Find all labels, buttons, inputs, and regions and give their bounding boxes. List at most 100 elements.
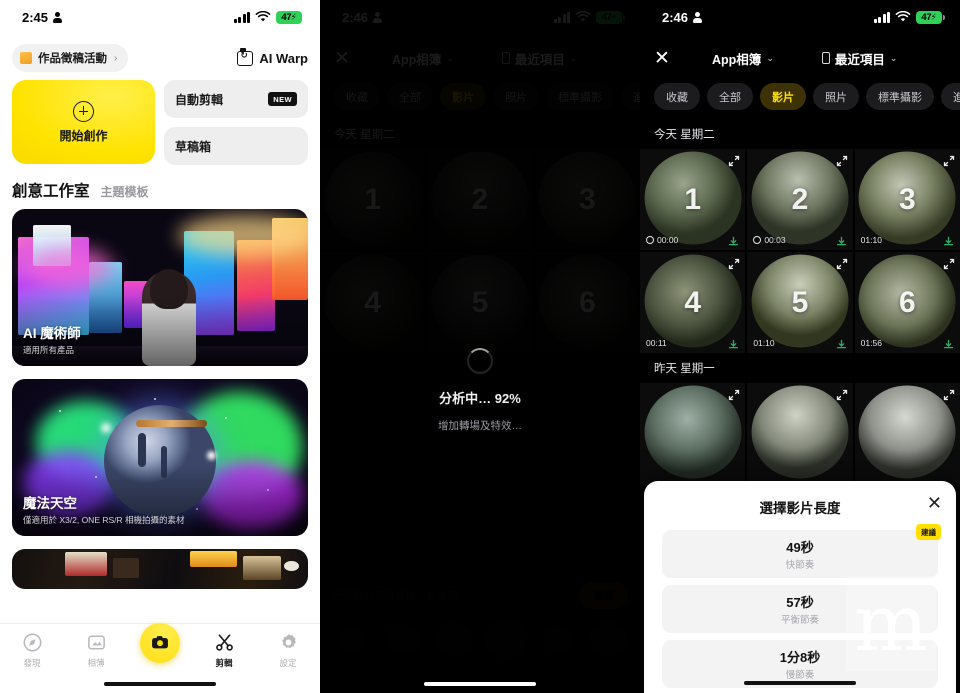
grid-cell-number: 5 [791,285,809,319]
clock-icon [646,236,654,245]
template-subtitle: 僅適用於 X3/2, ONE RS/R 相機拍攝的素材 [23,515,185,525]
status-bar-home: 2:45 47 ⚡ [0,0,320,34]
filter-chip-advanced[interactable]: 進階 [941,83,960,110]
download-icon[interactable] [943,234,954,246]
grid-cell-number: 2 [791,182,809,216]
close-icon[interactable]: ✕ [927,494,942,512]
download-icon[interactable] [836,337,847,349]
expand-icon[interactable] [836,388,848,401]
chevron-down-icon: ⌄ [889,52,898,63]
status-left: 2:45 [22,9,63,25]
ai-warp-button[interactable]: AI Warp [237,47,308,66]
tab-settings[interactable]: 設定 [256,632,320,669]
grid-cell-duration: 01:10 [753,338,775,349]
section-title: 創意工作室 [12,183,90,200]
grid-cell[interactable]: 6 01:56 [854,252,960,354]
download-icon[interactable] [943,337,954,349]
filter-chip-all[interactable]: 全部 [707,83,753,110]
home-side-cards: 自動剪輯 NEW 草稿箱 [164,80,308,165]
template-title: 魔法天空 [23,496,77,511]
length-option-49s[interactable]: 建議 49秒 快節奏 [662,524,941,578]
template-card-ai-magician[interactable]: AI 魔術師 適用所有產品 [12,209,308,366]
tab-album[interactable]: 相薄 [64,632,128,669]
grid-cell[interactable]: 3 01:10 [854,149,960,251]
grid-cell[interactable]: 5 01:10 [747,252,853,354]
grid-cell[interactable] [747,383,853,485]
template-title: AI 魔術師 [23,326,81,341]
grid-cell-duration: 01:56 [860,338,882,349]
battery-icon: 47⚡ [276,10,305,24]
expand-icon[interactable] [728,388,740,401]
length-option-duration: 1分8秒 [779,650,821,665]
grid-cell[interactable] [640,383,746,485]
clock-icon [753,236,762,245]
grid-cell[interactable]: 4 00:11 [640,252,746,354]
auto-edit-button[interactable]: 自動剪輯 NEW [164,80,308,118]
status-left: 2:46 [662,10,703,25]
sheet-header: 選擇影片長度 ✕ [644,481,956,528]
download-icon[interactable] [728,337,739,349]
template-card-magic-sky[interactable]: 魔法天空 僅適用於 X3/2, ONE RS/R 相機拍攝的素材 [12,379,308,536]
tab-label: 相薄 [87,658,105,668]
person-icon [693,11,703,23]
loading-spinner-icon [467,348,493,374]
start-creating-label: 開始創作 [59,128,108,143]
expand-icon[interactable] [943,388,955,401]
person-icon [53,11,63,23]
processing-title: 分析中… 92% [439,391,521,406]
expand-icon[interactable] [836,154,848,167]
grid-cell-duration: 00:00 [646,235,678,245]
album-selector[interactable]: App相簿 ⌄ [712,49,774,68]
length-option-duration: 57秒 [786,595,814,610]
start-creating-button[interactable]: 開始創作 [12,80,155,164]
grid-cell[interactable]: 2 00:03 [747,149,853,251]
home-action-cards: 開始創作 自動剪輯 NEW 草稿箱 [0,78,320,165]
download-icon[interactable] [728,234,739,246]
chevron-down-icon: ⌄ [766,52,774,63]
cellular-signal-icon [873,11,890,23]
grid-cell-number: 1 [684,182,701,216]
filter-chip-favorites[interactable]: 收藏 [654,83,700,110]
tab-edit[interactable]: 剪輯 [192,632,256,669]
expand-icon[interactable] [728,257,740,270]
download-icon[interactable] [836,234,847,246]
filter-chip-photo[interactable]: 照片 [813,83,859,110]
tab-camera[interactable] [128,623,192,667]
plus-circle-icon [73,100,94,122]
grid-cell[interactable]: 1 00:00 [640,149,746,251]
status-time: 2:45 [22,9,49,25]
watermark: m [846,576,936,671]
length-option-tempo: 平衡節奏 [780,615,819,626]
wifi-icon [255,11,271,23]
panel-gallery: 2:46 47 ⚡ ✕ App相簿 ⌄ 最近項目 ⌄ 收藏 全部 影片 照片 標… [640,0,960,693]
recommended-badge: 建議 [916,524,941,540]
template-thumbnail [12,549,308,589]
drafts-button[interactable]: 草稿箱 [164,127,308,165]
tab-discover[interactable]: 發現 [0,632,64,669]
filter-chip-row: 收藏 全部 影片 照片 標準攝影 進階 [640,74,960,119]
filter-chip-standard[interactable]: 標準攝影 [866,83,934,110]
close-icon[interactable]: ✕ [654,49,676,68]
tab-label: 剪輯 [215,658,233,668]
screenshot-stage: 2:45 47⚡ 作品徵稿活動 › A [0,0,960,693]
grid-cell-number: 3 [898,182,916,216]
gallery-header: ✕ App相簿 ⌄ 最近項目 ⌄ [640,34,960,74]
grid-cell[interactable] [854,383,960,485]
grid-cell-number: 4 [684,285,701,319]
home-top-row: 作品徵稿活動 › AI Warp [0,34,320,78]
ai-warp-label: AI Warp [259,50,308,66]
recent-selector-label: 最近項目 [834,52,885,67]
battery-icon: 47⚡ [916,10,945,24]
promo-label: 作品徵稿活動 [38,53,107,65]
processing-subtitle: 增加轉場及特效… [438,420,522,432]
promo-pill[interactable]: 作品徵稿活動 › [12,44,129,72]
recent-selector[interactable]: 最近項目 ⌄ [821,49,898,68]
expand-icon[interactable] [943,257,955,270]
length-option-duration: 49秒 [786,540,814,555]
expand-icon[interactable] [943,154,955,167]
grid-cell-duration: 00:11 [646,338,667,349]
filter-chip-video[interactable]: 影片 [760,83,806,110]
expand-icon[interactable] [836,257,848,270]
template-card-partial[interactable] [12,549,308,589]
expand-icon[interactable] [728,154,740,167]
